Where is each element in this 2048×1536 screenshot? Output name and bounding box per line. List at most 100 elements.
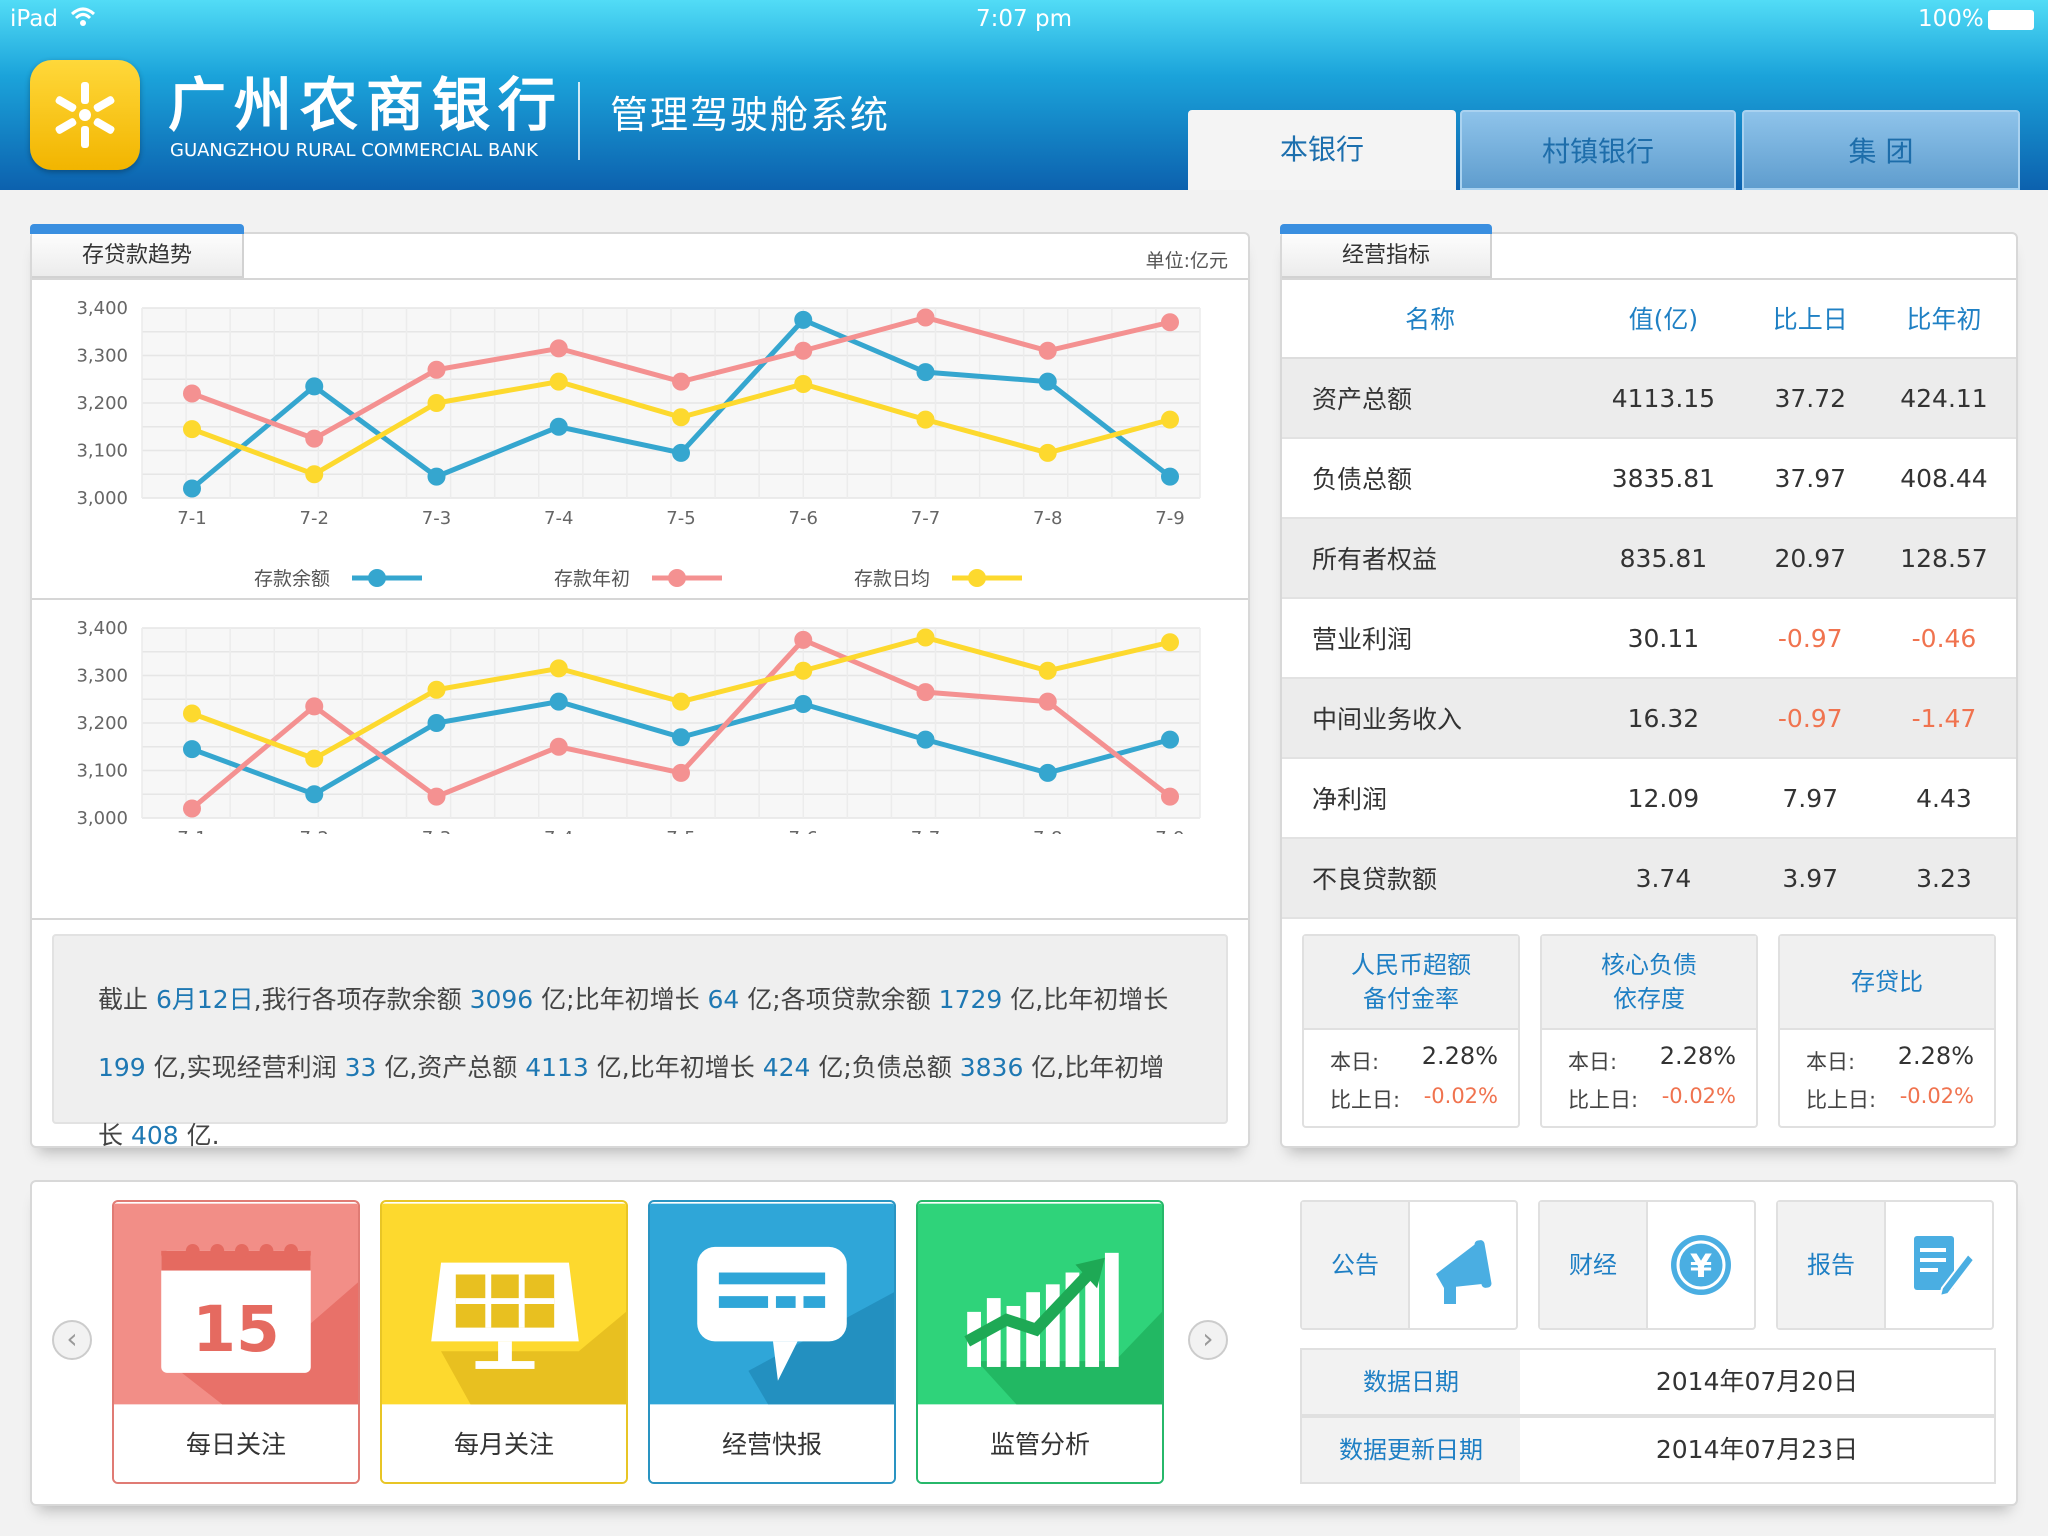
data-point <box>549 659 568 678</box>
kpi-cell: 16.32 <box>1578 678 1749 759</box>
x-tick-label: 7-2 <box>300 508 329 529</box>
x-tick-label: 7-4 <box>544 828 573 834</box>
summary-text-part: 亿;负债总额 <box>810 1053 960 1082</box>
data-point <box>549 737 568 756</box>
summary-text-part: 截止 <box>98 985 156 1014</box>
next-arrow-button[interactable]: › <box>1188 1320 1228 1360</box>
data-point <box>1038 341 1057 360</box>
data-point <box>427 467 446 486</box>
data-point <box>427 394 446 412</box>
kpi-cell: 中间业务收入 <box>1282 678 1579 759</box>
announcement-button[interactable]: 公告 <box>1300 1200 1518 1330</box>
data-point <box>672 408 690 427</box>
x-tick-label: 7-1 <box>177 828 206 834</box>
data-point <box>1038 763 1057 782</box>
col-header: 比年初 <box>1871 278 2016 359</box>
summary-text-part: 亿,实现经营利润 <box>145 1053 345 1082</box>
kpi-cell: 20.97 <box>1748 518 1872 599</box>
kpi-row[interactable]: 所有者权益 835.81 20.97 128.57 <box>1282 518 2016 599</box>
kpi-cell: 所有者权益 <box>1282 518 1579 599</box>
col-header: 值(亿) <box>1578 278 1749 359</box>
data-point <box>427 360 446 379</box>
system-title: 管理驾驶舱系统 <box>610 93 891 137</box>
prev-label: 比上日: <box>1330 1088 1401 1112</box>
kpi-cell: 30.11 <box>1578 598 1749 679</box>
summary-number: 64 <box>707 985 740 1014</box>
data-point <box>794 310 813 329</box>
kpi-cell: 不良贷款额 <box>1282 838 1579 919</box>
tab-this-bank[interactable]: 本银行 <box>1188 110 1456 190</box>
data-point <box>1161 633 1179 652</box>
tab-group[interactable]: 集 团 <box>1742 110 2020 190</box>
prev-arrow-button[interactable]: ‹ <box>52 1320 92 1360</box>
data-point <box>1161 313 1179 332</box>
data-point <box>916 363 935 382</box>
kpi-cell: -0.97 <box>1748 678 1872 759</box>
kpi-header-row: 名称 值(亿) 比上日 比年初 <box>1282 278 2016 359</box>
tile-regulatory-analysis[interactable]: 监管分析 <box>916 1200 1164 1484</box>
kpi-panel-tab[interactable]: 经营指标 <box>1280 224 1492 278</box>
data-point <box>1161 787 1179 806</box>
kpi-row[interactable]: 负债总额 3835.81 37.97 408.44 <box>1282 438 2016 519</box>
kpi-cell: 资产总额 <box>1282 358 1579 439</box>
kpi-cell: 408.44 <box>1871 438 2016 519</box>
data-point <box>305 785 324 804</box>
yen-coin-icon: ¥ <box>1671 1235 1731 1295</box>
ratio-title: 存贷比 <box>1780 936 1994 1030</box>
kpi-row[interactable]: 营业利润 30.11 -0.97 -0.46 <box>1282 598 2016 679</box>
data-point <box>794 341 813 360</box>
prev-value: -0.02% <box>1661 1084 1736 1108</box>
kpi-row[interactable]: 资产总额 4113.15 37.72 424.11 <box>1282 358 2016 439</box>
data-point <box>549 417 568 436</box>
tile-label: 监管分析 <box>918 1406 1162 1482</box>
chat-bubble-icon <box>650 1203 894 1405</box>
kpi-cell: 净利润 <box>1282 758 1579 839</box>
ratio-title-line: 依存度 <box>1613 985 1685 1013</box>
bank-name-en: GUANGZHOU RURAL COMMERCIAL BANK <box>170 140 538 161</box>
data-point <box>183 384 201 403</box>
data-date-label: 数据日期 <box>1302 1350 1520 1414</box>
tab-village-bank[interactable]: 村镇银行 <box>1460 110 1736 190</box>
tile-business-brief[interactable]: 经营快报 <box>648 1200 896 1484</box>
battery-percent: 100% <box>1918 6 1984 32</box>
clock: 7:07 pm <box>976 6 1072 32</box>
ratio-card-loan-deposit[interactable]: 存贷比 本日: 2.28% 比上日: -0.02% <box>1778 934 1996 1128</box>
data-point <box>305 377 324 396</box>
report-button[interactable]: 报告 <box>1776 1200 1994 1330</box>
legend-label: 存款余额 <box>254 568 330 590</box>
data-point <box>549 372 568 391</box>
data-point <box>305 465 324 484</box>
kpi-cell: 12.09 <box>1578 758 1749 839</box>
kpi-row[interactable]: 不良贷款额 3.74 3.97 3.23 <box>1282 838 2016 919</box>
data-point <box>549 692 568 711</box>
tile-label: 每月关注 <box>382 1406 626 1482</box>
tile-monthly-focus[interactable]: 每月关注 <box>380 1200 628 1484</box>
data-point <box>916 628 935 647</box>
col-header: 名称 <box>1282 278 1579 359</box>
ratio-card-core-liability[interactable]: 核心负债 依存度 本日: 2.28% 比上日: -0.02% <box>1540 934 1758 1128</box>
ratio-title-line: 核心负债 <box>1601 951 1697 979</box>
y-tick-label: 3,200 <box>76 713 128 734</box>
x-tick-label: 7-1 <box>177 508 206 529</box>
data-point <box>1161 730 1179 749</box>
legend-label: 存款日均 <box>854 568 930 590</box>
today-value: 2.28% <box>1421 1042 1498 1070</box>
data-point <box>794 695 813 713</box>
tile-daily-focus[interactable]: 15 每日关注 <box>112 1200 360 1484</box>
kpi-row[interactable]: 净利润 12.09 7.97 4.43 <box>1282 758 2016 839</box>
kpi-row[interactable]: 中间业务收入 16.32 -0.97 -1.47 <box>1282 678 2016 759</box>
y-tick-label: 3,300 <box>76 666 128 687</box>
data-point <box>794 630 813 649</box>
logo-mark-icon <box>55 82 115 148</box>
finance-button[interactable]: 财经 ¥ <box>1538 1200 1756 1330</box>
summary-text-part: 亿;各项贷款余额 <box>739 985 939 1014</box>
y-tick-label: 3,400 <box>76 298 128 319</box>
svg-text:¥: ¥ <box>1690 1247 1712 1285</box>
data-point <box>794 375 813 393</box>
summary-number: 408 <box>130 1121 179 1150</box>
ratio-card-reserve[interactable]: 人民币超额 备付金率 本日: 2.28% 比上日: -0.02% <box>1302 934 1520 1128</box>
update-date-row: 数据更新日期 2014年07月23日 <box>1300 1416 1996 1484</box>
update-date-label: 数据更新日期 <box>1302 1418 1520 1482</box>
data-point <box>916 683 935 702</box>
kpi-cell: 424.11 <box>1871 358 2016 439</box>
